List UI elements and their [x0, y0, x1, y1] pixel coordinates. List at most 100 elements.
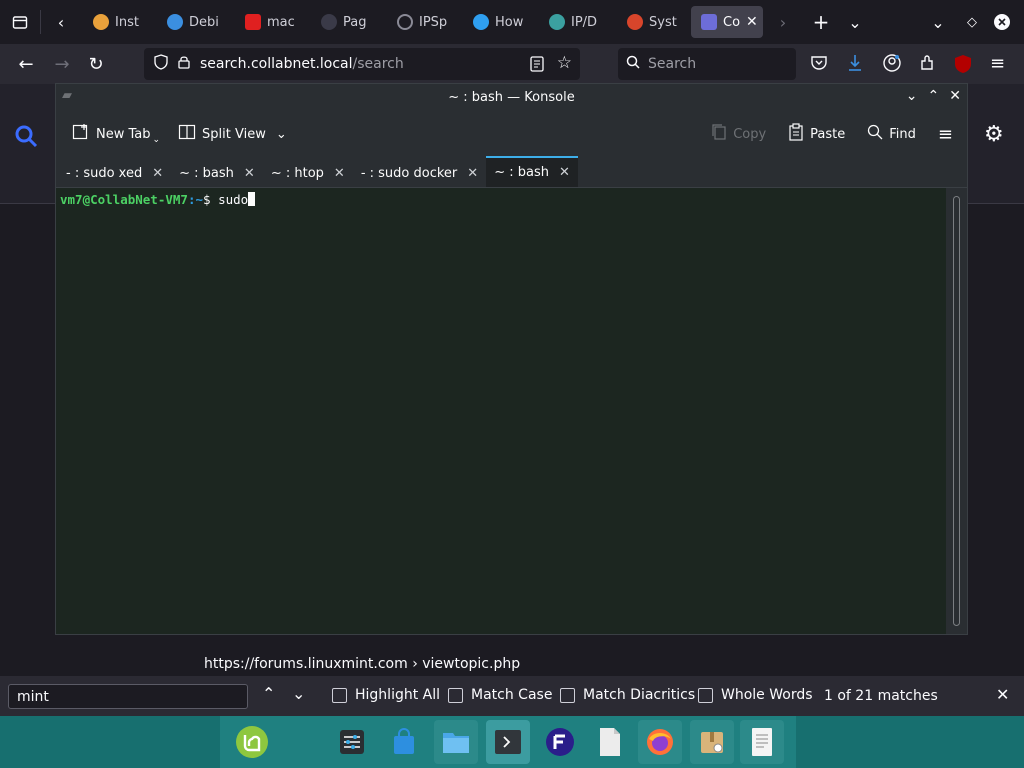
ublock-origin-icon[interactable] [954, 54, 972, 78]
konsole-tab[interactable]: ~ : bash ✕ [171, 159, 263, 187]
pocket-icon[interactable] [810, 54, 828, 76]
archive-manager-icon[interactable] [690, 720, 734, 764]
new-tab-icon[interactable]: + [807, 8, 835, 36]
whole-words-checkbox[interactable]: Whole Words [698, 687, 813, 703]
konsole-tab-label: - : sudo xed [66, 165, 143, 181]
app-launcher-icon[interactable] [538, 720, 582, 764]
match-case-checkbox[interactable]: Match Case [448, 687, 552, 703]
browser-tab[interactable]: mac [235, 6, 311, 38]
scroll-tabs-left-icon[interactable]: ‹ [47, 8, 75, 36]
konsole-tab[interactable]: - : sudo docker ✕ [353, 159, 486, 187]
chevron-down-icon[interactable]: ⌄ [924, 8, 952, 36]
downloads-icon[interactable] [846, 53, 864, 77]
konsole-tab-label: ~ : htop [270, 165, 324, 181]
copy-label: Copy [733, 126, 767, 142]
split-view-label: Split View [202, 126, 266, 142]
software-store-icon[interactable] [382, 720, 426, 764]
paste-button[interactable]: Paste [788, 123, 845, 145]
search-icon[interactable] [14, 124, 38, 154]
prompt-user: vm7@CollabNet-VM7 [60, 192, 188, 207]
hamburger-menu-icon[interactable]: ≡ [938, 124, 953, 145]
file-manager-icon[interactable] [434, 720, 478, 764]
linux-mint-menu-icon[interactable] [230, 720, 274, 764]
browser-tab[interactable]: IP/D [539, 6, 617, 38]
system-settings-icon[interactable] [330, 720, 374, 764]
taskbar [0, 716, 1024, 768]
split-view-icon [178, 123, 196, 145]
konsole-tab-active[interactable]: ~ : bash ✕ [486, 156, 578, 187]
copy-button[interactable]: Copy [711, 123, 766, 145]
shield-icon[interactable] [154, 54, 168, 74]
text-editor-icon[interactable] [740, 720, 784, 764]
browser-tab[interactable]: Debi [157, 6, 235, 38]
lock-icon[interactable] [178, 55, 190, 73]
close-tab-icon[interactable]: ✕ [746, 14, 758, 30]
twitter-favicon-icon [473, 14, 489, 30]
maximize-icon[interactable]: ⌃ [928, 88, 940, 104]
browser-tab[interactable]: IPSp [387, 6, 463, 38]
checkbox-box [698, 687, 713, 703]
browser-tab[interactable]: Syst [617, 6, 687, 38]
minimize-window-icon[interactable]: ◇ [958, 8, 986, 36]
chevron-down-icon: ⌄ [275, 126, 287, 142]
konsole-titlebar[interactable]: ▰ ~ : bash — Konsole ⌄ ⌃ ✕ [56, 84, 967, 111]
browser-tab[interactable]: Pag [311, 6, 387, 38]
konsole-taskbar-icon[interactable] [486, 720, 530, 764]
list-all-tabs-icon[interactable]: ⌄ [841, 8, 869, 36]
browser-tab[interactable]: Inst [83, 6, 157, 38]
match-diacritics-checkbox[interactable]: Match Diacritics [560, 687, 695, 703]
close-tab-icon[interactable]: ✕ [152, 166, 163, 181]
close-tab-icon[interactable]: ✕ [467, 166, 478, 181]
tab-list-icon[interactable] [6, 8, 34, 36]
gear-icon[interactable]: ⚙ [984, 122, 1004, 147]
find-next-icon[interactable]: ⌄ [292, 684, 305, 703]
konsole-tab-bar: - : sudo xed ✕ ~ : bash ✕ ~ : htop ✕ - : su… [56, 156, 967, 188]
favicon-icon [167, 14, 183, 30]
text-document-icon[interactable] [588, 720, 632, 764]
browser-tab[interactable]: How [463, 6, 539, 38]
find-previous-icon[interactable]: ⌃ [262, 684, 275, 703]
extensions-icon[interactable] [918, 53, 938, 77]
reader-view-icon[interactable] [530, 56, 544, 76]
favicon-icon [93, 14, 109, 30]
minimize-icon[interactable]: ⌄ [906, 88, 918, 104]
url-bar[interactable]: search.collabnet.local/search ☆ [144, 48, 580, 80]
close-window-icon[interactable] [988, 8, 1016, 36]
konsole-tab[interactable]: ~ : htop ✕ [263, 159, 353, 187]
bookmark-star-icon[interactable]: ☆ [557, 53, 572, 73]
scrollbar-thumb[interactable] [953, 196, 960, 626]
new-tab-button[interactable]: New Tab ⌄ [72, 123, 160, 145]
highlight-all-checkbox[interactable]: Highlight All [332, 687, 440, 703]
find-button[interactable]: Find [867, 124, 916, 144]
match-case-label: Match Case [471, 687, 553, 703]
menu-hamburger-icon[interactable]: ≡ [990, 53, 1005, 74]
account-icon[interactable] [882, 53, 902, 77]
back-icon[interactable]: ← [12, 50, 40, 78]
close-icon[interactable]: ✕ [949, 88, 961, 104]
whole-words-label: Whole Words [721, 687, 813, 703]
new-tab-label: New Tab [96, 126, 151, 142]
browser-tab-label: Debi [189, 14, 219, 30]
browser-tab-label: Inst [115, 14, 139, 30]
scroll-tabs-right-icon[interactable]: › [769, 8, 797, 36]
close-tab-icon[interactable]: ✕ [334, 166, 345, 181]
url-path: /search [352, 56, 404, 72]
terminal-output[interactable]: vm7@CollabNet-VM7:~$ sudo [56, 188, 946, 634]
search-bar[interactable]: Search [618, 48, 796, 80]
konsole-tab[interactable]: - : sudo xed ✕ [58, 159, 171, 187]
close-tab-icon[interactable]: ✕ [559, 165, 570, 180]
browser-tab-label: Syst [649, 14, 677, 30]
close-tab-icon[interactable]: ✕ [244, 166, 255, 181]
browser-tabs: Inst Debi mac Pag IPSp How IP/D Syst Co ✕ [83, 6, 763, 38]
browser-tab-active[interactable]: Co ✕ [691, 6, 763, 38]
checkbox-box [448, 687, 463, 703]
forward-icon[interactable]: → [48, 50, 76, 78]
search-icon [626, 55, 640, 73]
url-host: search.collabnet.local [200, 56, 353, 72]
firefox-icon[interactable] [638, 720, 682, 764]
terminal-scrollbar[interactable] [946, 188, 967, 634]
close-findbar-icon[interactable]: ✕ [996, 685, 1009, 704]
split-view-button[interactable]: Split View ⌄ [178, 123, 287, 145]
find-input[interactable] [8, 684, 248, 709]
reload-icon[interactable]: ↻ [82, 50, 110, 78]
